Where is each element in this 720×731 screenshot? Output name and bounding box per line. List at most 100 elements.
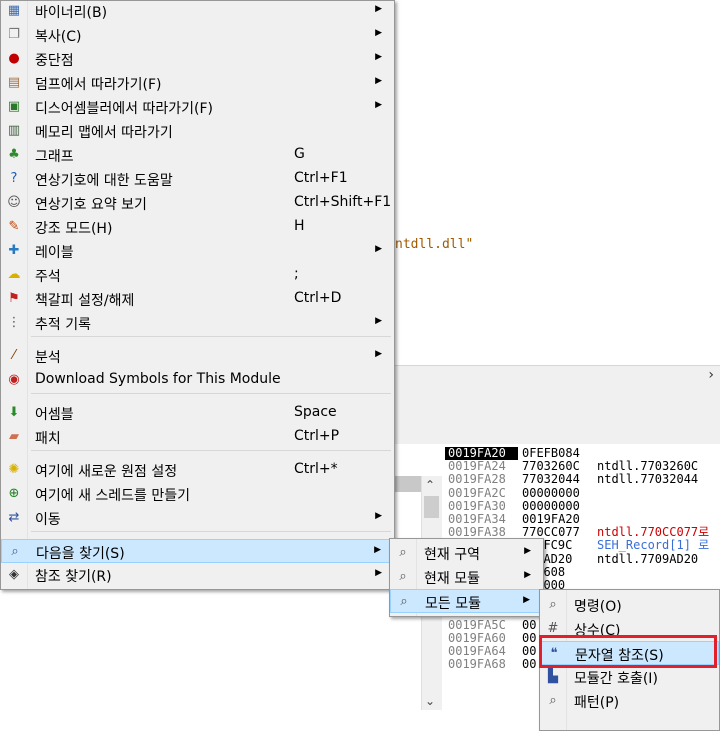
submenu-arrow-icon: ▶	[375, 349, 382, 359]
search-submenu-item[interactable]: ⌕ 현재 구역 ▶	[390, 541, 543, 565]
scroll-up-icon[interactable]: ⌃	[425, 478, 435, 492]
context-menu-item-label: 연상기호에 대한 도움말	[35, 173, 173, 189]
binary-icon: ▦	[7, 3, 21, 18]
context-menu-item-label: 다음을 찾기(S)	[36, 546, 125, 562]
context-menu-item[interactable]: ▰ 패치 Ctrl+P	[1, 425, 394, 449]
context-menu-item-label: 바이너리(B)	[35, 5, 108, 21]
submenu-arrow-icon: ▶	[375, 244, 382, 254]
submenu-arrow-icon: ▶	[523, 595, 530, 605]
shortcut-label: Ctrl+*	[294, 461, 338, 477]
all-modules-submenu-item[interactable]: ▙ 모듈간 호출(I)	[540, 665, 719, 689]
context-menu-item[interactable]: ✎ 강조 모드(H) H	[1, 215, 394, 239]
submenu-arrow-icon: ▶	[524, 570, 531, 580]
stack-value: 00000000	[522, 498, 580, 513]
context-menu-item-label: 연상기호 요약 보기	[35, 197, 147, 213]
highlight-icon: ✎	[8, 219, 20, 234]
horizontal-scrollbar[interactable]: ›	[395, 365, 720, 387]
submenu-arrow-icon: ▶	[375, 100, 382, 110]
find-references-icon: ◈	[9, 567, 19, 582]
context-menu-item-label: 강조 모드(H)	[35, 221, 113, 237]
intermodular-calls-icon: ▙	[548, 669, 558, 684]
patch-icon: ▰	[9, 429, 19, 444]
context-menu-item[interactable]: ✚ 레이블 ▶	[1, 239, 394, 263]
context-menu-item[interactable]: ▣ 디스어셈블러에서 따라가기(F) ▶	[1, 95, 394, 119]
shortcut-label: H	[294, 218, 305, 234]
stack-comment: ntdll.7703260C	[597, 459, 699, 474]
search-submenu-item-label: 현재 구역	[424, 547, 480, 563]
menu-separator	[31, 336, 391, 337]
context-menu-item[interactable]: ▦ 바이너리(B) ▶	[1, 0, 394, 23]
stack-value: 0FEFB084	[522, 446, 580, 460]
context-menu-item[interactable]: ⚑ 책갈피 설정/해제 Ctrl+D	[1, 287, 394, 311]
context-menu-item[interactable]: ◉ Download Symbols for This Module	[1, 368, 394, 392]
search-submenu-item[interactable]: ⌕ 현재 모듈 ▶	[390, 565, 543, 589]
pane-header-strip	[395, 476, 421, 492]
context-menu-item-label: 그래프	[35, 149, 74, 165]
scroll-down-icon[interactable]: ⌄	[425, 694, 435, 708]
search-for-icon: ⌕	[11, 544, 19, 559]
memory-map-icon: ▥	[7, 123, 21, 138]
context-menu-item-label: 어셈블	[35, 407, 74, 423]
stack-address: 0019FA34	[448, 512, 506, 526]
shortcut-label: G	[294, 146, 305, 162]
context-menu-item[interactable]: ☺ 연상기호 요약 보기 Ctrl+Shift+F1	[1, 191, 394, 215]
submenu-arrow-icon: ▶	[375, 28, 382, 38]
context-menu-item[interactable]: ▥ 메모리 맵에서 따라가기	[1, 119, 394, 143]
bookmark-icon: ⚑	[8, 291, 20, 306]
submenu-arrow-icon: ▶	[524, 546, 531, 556]
context-menu-item[interactable]: ◈ 참조 찾기(R) ▶	[1, 563, 394, 587]
stack-address: 0019FA28	[448, 472, 506, 487]
stack-address: 0019FA24	[448, 459, 506, 474]
submenu-arrow-icon: ▶	[375, 511, 382, 521]
stack-address: 0019FA68	[448, 657, 506, 672]
context-menu-item-label: 분석	[35, 350, 61, 366]
context-menu-item[interactable]: ♣ 그래프 G	[1, 143, 394, 167]
context-menu-item[interactable]: ⊕ 여기에 새 스레드를 만들기	[1, 482, 394, 506]
stack-comment: SEH_Record[1] 로	[597, 538, 710, 553]
context-menu-item[interactable]: ⋮ 추적 기록 ▶	[1, 311, 394, 335]
trace-icon: ⋮	[7, 315, 21, 330]
context-menu-item-label: 여기에 새로운 원점 설정	[35, 464, 178, 480]
context-menu-item[interactable]: ⇄ 이동 ▶	[1, 506, 394, 530]
context-menu-item[interactable]: ⌕ 다음을 찾기(S) ▶	[1, 539, 394, 563]
all-modules-submenu-item[interactable]: ⌕ 패턴(P)	[540, 689, 719, 713]
context-menu-item-label: Download Symbols for This Module	[35, 371, 281, 387]
highlight-annotation-box	[539, 635, 717, 668]
stack-comment: ntdll.7709AD20	[597, 551, 699, 566]
stack-address: 0019FA2C	[448, 485, 506, 500]
context-menu-item[interactable]: ✺ 여기에 새로운 원점 설정 Ctrl+*	[1, 458, 394, 482]
copy-icon: ❐	[8, 27, 20, 42]
scroll-thumb[interactable]	[424, 496, 439, 518]
submenu-arrow-icon: ▶	[375, 4, 382, 14]
dump-icon: ▤	[7, 75, 21, 90]
scroll-right-icon[interactable]: ›	[708, 367, 714, 383]
stack-comment: ntdll.770CC077로	[597, 525, 710, 540]
help-icon: ?	[10, 171, 18, 186]
graph-icon: ♣	[8, 147, 20, 162]
shortcut-label: Ctrl+F1	[294, 170, 348, 186]
breakpoint-icon: ●	[8, 51, 20, 66]
shortcut-label: Ctrl+D	[294, 290, 342, 306]
context-menu-item-label: 책갈피 설정/해제	[35, 293, 135, 309]
context-menu-item[interactable]: ? 연상기호에 대한 도움말 Ctrl+F1	[1, 167, 394, 191]
stack-address: 0019FA30	[448, 498, 506, 513]
search-module-icon: ⌕	[399, 569, 407, 584]
context-menu-item[interactable]: ⬇ 어셈블 Space	[1, 401, 394, 425]
all-modules-submenu-item[interactable]: ⌕ 명령(O)	[540, 593, 719, 617]
context-menu-item[interactable]: ⁄ 분석 ▶	[1, 344, 394, 368]
search-for-submenu: ⌕ 현재 구역 ▶ ⌕ 현재 모듈 ▶ ⌕ 모든 모듈 ▶	[389, 538, 544, 617]
stack-address: 0019FA5C	[448, 617, 506, 632]
context-menu-item-label: 여기에 새 스레드를 만들기	[35, 488, 191, 504]
context-menu-item[interactable]: ❐ 복사(C) ▶	[1, 23, 394, 47]
context-menu-item[interactable]: ▤ 덤프에서 따라가기(F) ▶	[1, 71, 394, 95]
context-menu-item[interactable]: ● 중단점 ▶	[1, 47, 394, 71]
submenu-arrow-icon: ▶	[374, 545, 381, 555]
all-modules-submenu-item-label: 명령(O)	[574, 599, 622, 615]
menu-separator	[31, 450, 391, 451]
search-region-icon: ⌕	[399, 545, 407, 560]
pane-separator	[395, 386, 720, 444]
context-menu-item-label: 패치	[35, 431, 61, 447]
search-submenu-item[interactable]: ⌕ 모든 모듈 ▶	[390, 589, 543, 613]
submenu-arrow-icon: ▶	[375, 568, 382, 578]
context-menu-item[interactable]: ☁ 주석;	[1, 263, 394, 287]
